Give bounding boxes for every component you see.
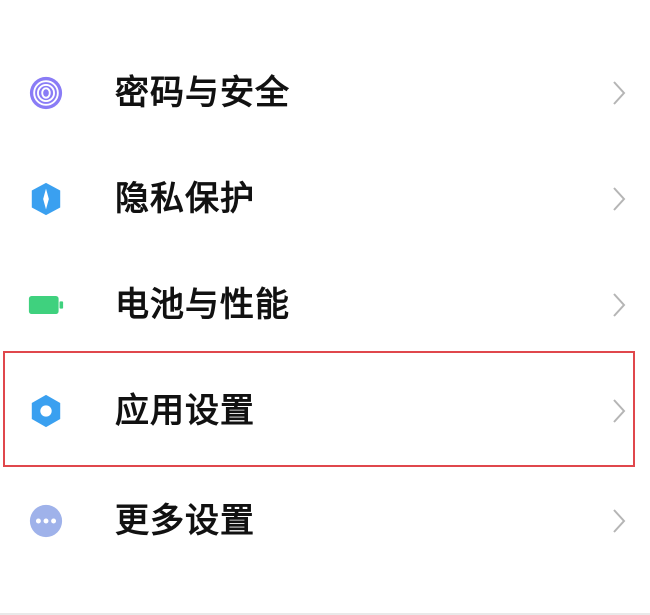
settings-item-password-security[interactable]: 密码与安全 xyxy=(0,40,650,146)
chevron-right-icon xyxy=(613,187,626,211)
chevron-right-icon xyxy=(613,293,626,317)
settings-item-label: 密码与安全 xyxy=(115,73,290,113)
fingerprint-icon xyxy=(28,75,64,111)
settings-item-more-settings[interactable]: 更多设置 xyxy=(0,468,650,574)
settings-item-privacy[interactable]: 隐私保护 xyxy=(0,146,650,252)
settings-item-battery-performance[interactable]: 电池与性能 xyxy=(0,252,650,358)
more-dots-icon xyxy=(28,503,64,539)
settings-item-label: 电池与性能 xyxy=(115,285,290,325)
settings-item-label: 隐私保护 xyxy=(115,179,255,219)
highlight-box xyxy=(3,351,635,467)
battery-icon xyxy=(28,287,64,323)
chevron-right-icon xyxy=(613,509,626,533)
chevron-right-icon xyxy=(613,81,626,105)
settings-list: 密码与安全 隐私保护 电池与性能 应用设置 更多设置 xyxy=(0,0,650,615)
privacy-shield-icon xyxy=(28,181,64,217)
settings-item-label: 更多设置 xyxy=(115,501,255,541)
